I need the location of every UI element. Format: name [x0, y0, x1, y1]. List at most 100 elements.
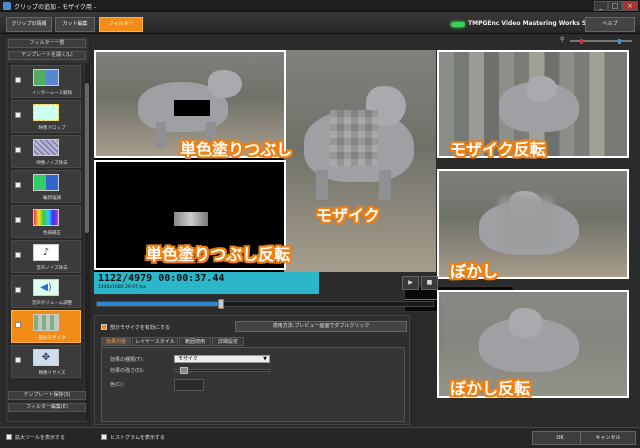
filter-item-deinterlace[interactable]: インターレース解除 [11, 65, 81, 98]
filter-item-crop[interactable]: 映像クロップ [11, 100, 81, 133]
video-noise-icon [33, 139, 59, 156]
filter-checkbox[interactable] [15, 112, 21, 118]
caption-mosaic-inverse: モザイク反転 [450, 140, 546, 159]
enable-mosaic-label: 部分モザイクを有効にする [110, 325, 170, 331]
filter-settings-panel: 部分モザイクを有効にする 適用方法:プレビュー画面でダブルクリック 効果内容 レ… [94, 315, 410, 425]
histogram-checkbox[interactable] [101, 434, 107, 440]
apply-method-button[interactable]: 適用方法:プレビュー画面でダブルクリック [235, 321, 407, 332]
filter-item-label: 輪郭強調 [43, 196, 61, 201]
filter-item-mosaic[interactable]: 部分モザイク [11, 310, 81, 343]
filter-item-color[interactable]: 色調補正 [11, 205, 81, 238]
blur-region [499, 197, 553, 247]
tab-detail[interactable]: 詳細設定 [212, 337, 244, 346]
tab-cut-edit[interactable]: カット編集 [55, 17, 95, 32]
zoom-track[interactable] [570, 39, 632, 44]
effect-type-value: モザイク [178, 356, 198, 362]
caption-fill-inverse: 単色塗りつぶし反転 [146, 245, 291, 264]
filter-checkbox[interactable] [15, 217, 21, 223]
magnifier-icon: ⚲ [560, 36, 565, 43]
video-format: 1440x1080 29.97 fps [98, 285, 147, 290]
template-save-button[interactable]: テンプレート保存(S) [8, 391, 86, 400]
strength-slider[interactable] [174, 367, 270, 374]
sharpen-icon [33, 174, 59, 191]
template-open-button[interactable]: テンプレートを開く(L) [8, 51, 86, 60]
zoom-slider[interactable]: ⚲ [560, 36, 634, 44]
settings-body: 効果の種類(T): モザイク ▼ 効果の強さ(D): 色(C): [101, 347, 405, 422]
zoom-tool-label: 拡大ツールを表示する [15, 435, 66, 441]
crop-icon [33, 104, 59, 121]
filter-checkbox[interactable] [15, 77, 21, 83]
histogram-label: ヒストグラムを表示する [110, 435, 165, 441]
statusbar: 拡大ツールを表示する ヒストグラムを表示する OK キャンセル [0, 427, 640, 448]
minimize-button[interactable]: _ [594, 1, 608, 11]
preview-frame-main [284, 50, 436, 272]
play-button[interactable]: ▶ [402, 276, 419, 290]
filter-sidebar: フィルター一覧 テンプレートを開く(L) インターレース解除 映像クロップ 映像… [4, 36, 90, 424]
color-swatch[interactable] [174, 379, 204, 391]
close-button[interactable]: × [622, 1, 638, 11]
caption-blur-inverse: ぼかし反転 [450, 379, 531, 398]
main-toolbar: クリップの情報 カット編集 フィルター TMPGEnc Video Master… [0, 12, 640, 34]
filter-item-label: 色調補正 [43, 231, 61, 236]
filter-item-label: 音声ボリューム調整 [31, 301, 73, 306]
filter-checkbox[interactable] [15, 287, 21, 293]
rhino-leg [156, 122, 166, 148]
filter-checkbox[interactable] [15, 147, 21, 153]
color-label: 色(C): [110, 382, 125, 388]
filter-checkbox[interactable] [15, 182, 21, 188]
stop-button[interactable]: ■ [421, 276, 438, 290]
window-titlebar: クリップの追加 - モザイク用 - _ □ × [0, 0, 640, 12]
filter-item-resize[interactable]: ✥ 映像リサイズ [11, 345, 81, 378]
filter-list: インターレース解除 映像クロップ 映像ノイズ除去 輪郭強調 色調補正 ♪ 音声ノ… [8, 63, 84, 420]
brand-name: TMPGEnc Video Mastering Works 5 [468, 20, 587, 27]
filter-item-label: 部分モザイク [38, 336, 66, 341]
status-led-icon [451, 22, 465, 27]
color-correction-icon [33, 209, 59, 226]
filter-item-audio-noise[interactable]: ♪ 音声ノイズ除去 [11, 240, 81, 273]
volume-icon: ◀) [33, 279, 59, 296]
strength-slider-knob[interactable] [179, 367, 188, 374]
enable-mosaic-checkbox[interactable] [101, 324, 107, 330]
maximize-button[interactable]: □ [608, 1, 622, 11]
filter-item-video-noise[interactable]: 映像ノイズ除去 [11, 135, 81, 168]
effect-type-select[interactable]: モザイク ▼ [174, 355, 270, 363]
rhino-leg [316, 170, 328, 200]
filter-checkbox-checked[interactable] [15, 322, 21, 328]
caption-mosaic: モザイク [316, 206, 380, 225]
tab-effect[interactable]: 効果内容 [101, 337, 131, 346]
strength-label: 効果の強さ(D): [110, 368, 145, 374]
fill-box [174, 100, 210, 116]
filter-list-scrollbar[interactable] [85, 63, 89, 420]
filter-checkbox[interactable] [15, 357, 21, 363]
filter-checkbox[interactable] [15, 252, 21, 258]
filter-item-volume[interactable]: ◀) 音声ボリューム調整 [11, 275, 81, 308]
chevron-down-icon: ▼ [263, 356, 267, 362]
tab-range[interactable]: 範囲適用 [179, 337, 211, 346]
filter-item-label: 映像リサイズ [38, 371, 66, 376]
help-button[interactable]: ヘルプ [585, 17, 635, 32]
zoom-tool-checkbox[interactable] [6, 434, 12, 440]
filter-item-label: 音声ノイズ除去 [36, 266, 68, 271]
filter-edit-button[interactable]: フィルター編集(E) [8, 403, 86, 412]
zoom-marker-2[interactable] [618, 39, 621, 44]
rhino-head [509, 308, 543, 338]
timecode-display: 1122/4979 00:00:37.44 1440x1080 29.97 fp… [94, 272, 319, 294]
caption-fill: 単色塗りつぶし [180, 140, 293, 159]
filter-item-label: 映像クロップ [38, 126, 66, 131]
visible-window [174, 212, 208, 226]
tab-clip-info[interactable]: クリップの情報 [6, 17, 52, 32]
scrollbar-thumb[interactable] [85, 83, 89, 233]
resize-icon: ✥ [33, 349, 59, 366]
timecode-main: 1122/4979 00:00:37.44 [98, 273, 225, 284]
filter-list-title: フィルター一覧 [8, 39, 86, 48]
filter-item-sharpen[interactable]: 輪郭強調 [11, 170, 81, 203]
cancel-button[interactable]: キャンセル [580, 431, 636, 445]
tab-filter[interactable]: フィルター [99, 17, 143, 32]
seek-bar[interactable] [96, 299, 434, 309]
filter-item-label: インターレース解除 [31, 91, 73, 96]
seek-thumb[interactable] [218, 299, 225, 309]
zoom-marker[interactable] [580, 39, 583, 44]
tab-layer-style[interactable]: レイヤースタイル [132, 337, 178, 346]
caption-blur: ぼかし [450, 262, 499, 281]
mosaic-region [330, 110, 378, 166]
